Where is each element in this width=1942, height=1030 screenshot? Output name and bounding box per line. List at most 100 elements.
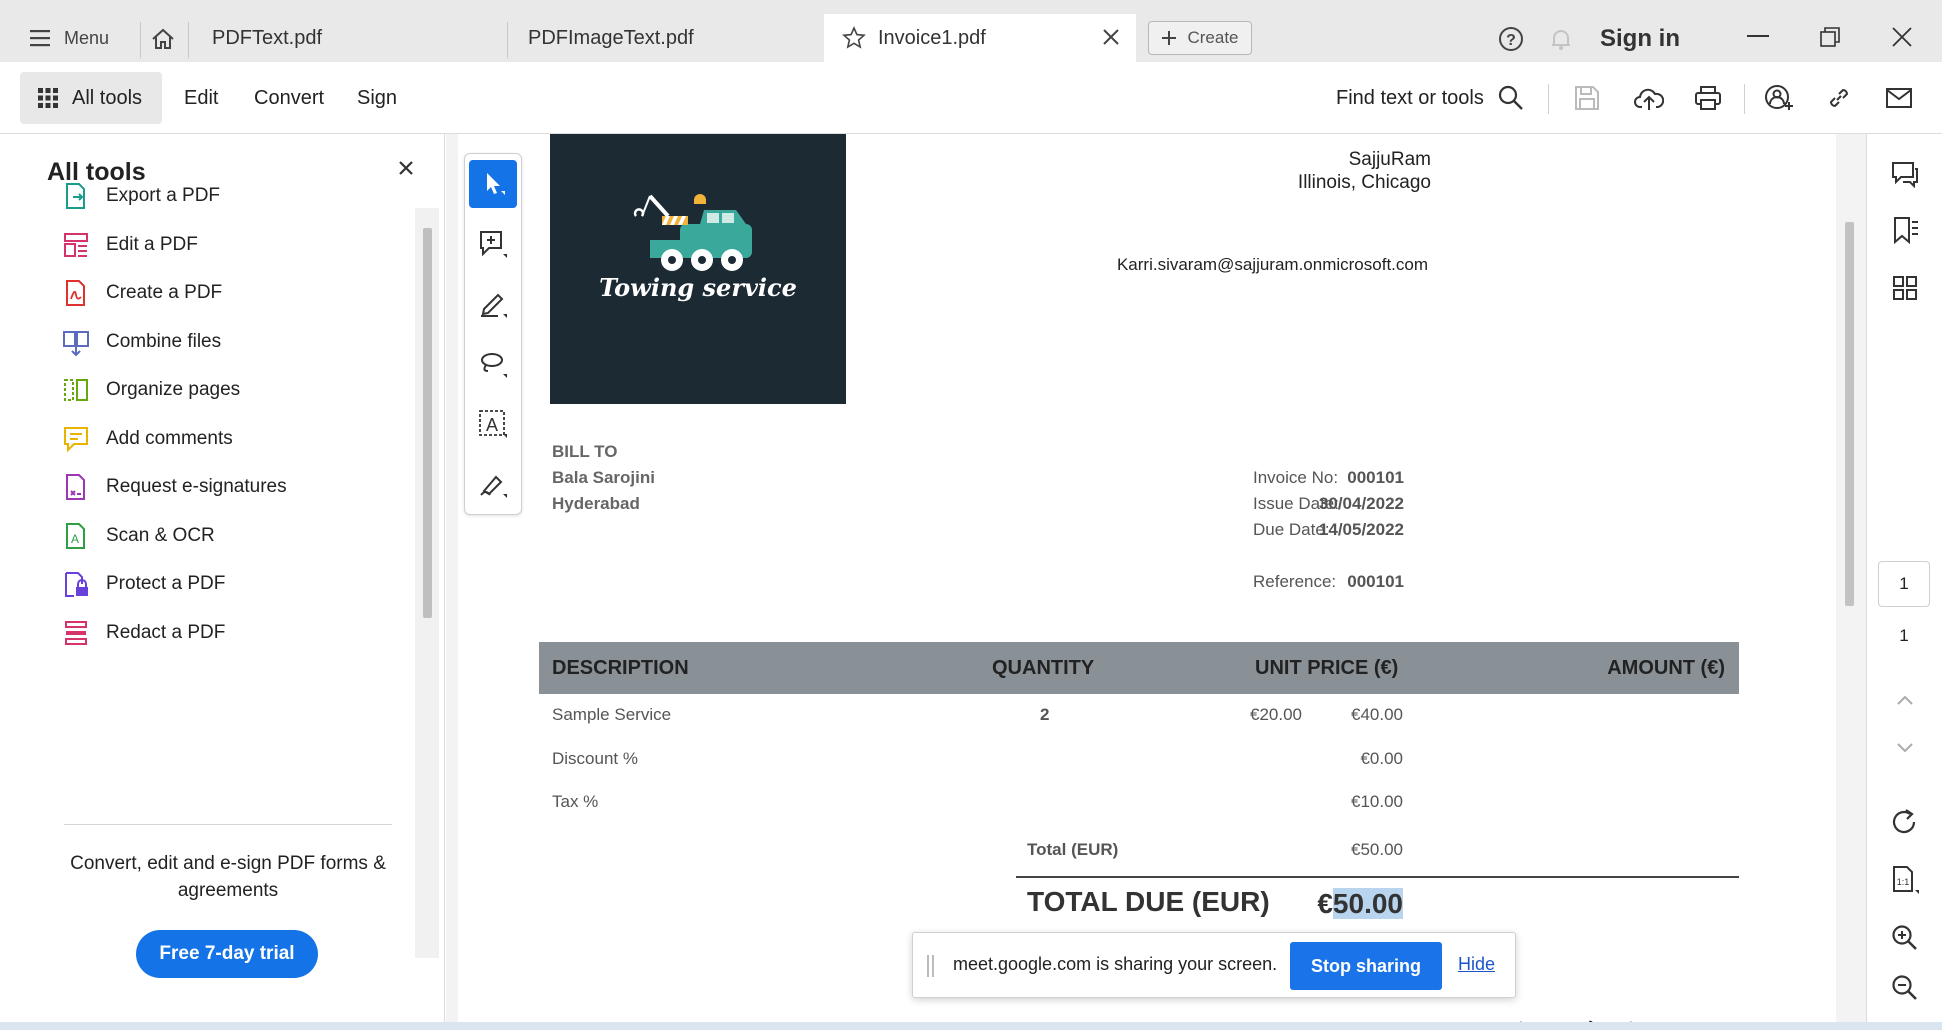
page-number-input[interactable]: 1 — [1878, 561, 1930, 607]
tab-label: PDFText.pdf — [212, 26, 323, 49]
combine-files-icon — [60, 326, 92, 358]
find-label: Find text or tools — [1336, 86, 1484, 109]
menu-button[interactable]: Menu — [30, 24, 109, 52]
rotate-button[interactable] — [1885, 802, 1925, 842]
tab-bar: Menu PDFText.pdf PDFImageText.pdf Invoic… — [0, 0, 1942, 62]
bookmark-icon — [1891, 216, 1919, 244]
create-button[interactable]: Create — [1148, 21, 1252, 55]
menu-convert[interactable]: Convert — [254, 62, 324, 134]
col-quantity: QUANTITY — [992, 657, 1095, 679]
cloud-upload-icon — [1634, 85, 1664, 111]
hide-link[interactable]: Hide — [1458, 954, 1495, 975]
previous-page-button[interactable] — [1885, 680, 1925, 720]
pdf-page: Towing service SajjuRam Illinois, Chicag… — [458, 134, 1836, 1030]
all-tools-button[interactable]: All tools — [20, 72, 162, 124]
tool-label: Scan & OCR — [106, 524, 215, 546]
comments-panel-button[interactable] — [1885, 154, 1925, 194]
star-icon[interactable] — [842, 26, 866, 50]
row-description: Sample Service — [552, 705, 672, 724]
tab-invoice1[interactable]: Invoice1.pdf — [824, 14, 1136, 62]
draw-tool-button[interactable] — [469, 340, 517, 388]
next-page-button[interactable] — [1885, 728, 1925, 768]
document-scrollbar[interactable] — [1836, 134, 1862, 1030]
stop-sharing-button[interactable]: Stop sharing — [1290, 942, 1442, 990]
tool-combine-files[interactable]: Combine files — [60, 322, 221, 362]
close-window-button[interactable] — [1884, 22, 1920, 52]
row-description: Tax % — [552, 792, 599, 811]
highlight-tool-button[interactable] — [469, 280, 517, 328]
free-trial-button[interactable]: Free 7-day trial — [136, 930, 318, 978]
minimize-button[interactable] — [1740, 22, 1776, 52]
tool-organize-pages[interactable]: Organize pages — [60, 370, 240, 410]
col-description: DESCRIPTION — [552, 657, 689, 679]
zoom-in-button[interactable] — [1885, 918, 1925, 958]
help-button[interactable]: ? — [1496, 24, 1526, 54]
pen-icon — [478, 289, 508, 319]
tool-label: Combine files — [106, 330, 222, 352]
tool-export-pdf[interactable]: Export a PDF — [60, 176, 220, 216]
tool-edit-pdf[interactable]: Edit a PDF — [60, 225, 198, 265]
zoom-in-icon — [1891, 924, 1919, 952]
restore-button[interactable] — [1812, 22, 1848, 52]
close-tab-icon[interactable] — [1102, 28, 1120, 46]
drag-handle-icon[interactable] — [927, 955, 935, 977]
logo-text: Towing service — [599, 273, 797, 302]
bookmarks-panel-button[interactable] — [1885, 210, 1925, 250]
total-value: €50.00 — [1351, 840, 1403, 859]
right-rail: 1 1 1:1 — [1866, 134, 1942, 1030]
tool-request-esignature[interactable]: Request e-signatures — [60, 467, 287, 507]
tab-pdfimagetext[interactable]: PDFImageText.pdf — [508, 14, 824, 62]
tool-redact-pdf[interactable]: Redact a PDF — [60, 613, 225, 653]
tool-protect-pdf[interactable]: Protect a PDF — [60, 564, 225, 604]
thumbnails-panel-button[interactable] — [1885, 268, 1925, 308]
row-quantity: 2 — [1040, 705, 1050, 724]
tool-create-pdf[interactable]: Create a PDF — [60, 273, 222, 313]
company-location: Illinois, Chicago — [1297, 172, 1431, 193]
add-comment-tool-button[interactable] — [469, 220, 517, 268]
menu-sign[interactable]: Sign — [357, 62, 397, 134]
tool-add-comments[interactable]: Add comments — [60, 419, 233, 459]
copy-link-button[interactable] — [1826, 62, 1852, 134]
sign-in-button[interactable]: Sign in — [1600, 22, 1680, 56]
company-email: Karri.sivaram@sajjuram.onmicrosoft.com — [1116, 255, 1428, 274]
scrollbar-thumb[interactable] — [1845, 222, 1854, 606]
comment-plus-icon — [478, 229, 508, 259]
rotate-icon — [1891, 808, 1919, 836]
due-date-value: 14/05/2022 — [1318, 520, 1404, 539]
col-unit-price: UNIT PRICE (€) — [1255, 657, 1399, 679]
notifications-button[interactable] — [1546, 24, 1576, 54]
tool-label: Organize pages — [106, 379, 241, 400]
page-total: 1 — [1899, 626, 1909, 645]
lasso-icon — [478, 349, 508, 379]
sign-tool-button[interactable] — [469, 460, 517, 508]
email-button[interactable] — [1886, 62, 1912, 134]
print-button[interactable] — [1694, 62, 1722, 134]
row-amount: €0.00 — [1360, 749, 1403, 768]
tab-label: Invoice1.pdf — [878, 26, 986, 49]
find-text-button[interactable]: Find text or tools — [1336, 62, 1524, 134]
fit-page-button[interactable]: 1:1 — [1885, 860, 1925, 900]
row-description: Discount % — [552, 749, 638, 768]
text-select-tool-button[interactable]: A — [469, 400, 517, 448]
link-icon — [1826, 85, 1852, 111]
save-button[interactable] — [1574, 62, 1600, 134]
close-panel-button[interactable] — [398, 160, 420, 182]
restore-icon — [1820, 27, 1840, 47]
chevron-down-icon — [1896, 742, 1914, 754]
select-tool-button[interactable] — [469, 160, 517, 208]
panel-scrollbar[interactable] — [415, 208, 439, 958]
row-unit-price: €20.00 — [1250, 705, 1302, 724]
share-user-button[interactable] — [1764, 62, 1794, 134]
tab-pdftext[interactable]: PDFText.pdf — [190, 14, 506, 62]
menu-edit[interactable]: Edit — [184, 62, 218, 134]
zoom-out-button[interactable] — [1885, 968, 1925, 1008]
home-button[interactable] — [148, 24, 178, 54]
scrollbar-thumb[interactable] — [423, 228, 432, 618]
upload-button[interactable] — [1634, 62, 1664, 134]
edit-pdf-icon — [60, 229, 92, 261]
tool-scan-ocr[interactable]: A Scan & OCR — [60, 516, 215, 556]
zoom-out-icon — [1891, 974, 1919, 1002]
home-icon — [150, 27, 176, 51]
cursor-icon — [481, 171, 505, 197]
svg-text:A: A — [486, 415, 498, 435]
